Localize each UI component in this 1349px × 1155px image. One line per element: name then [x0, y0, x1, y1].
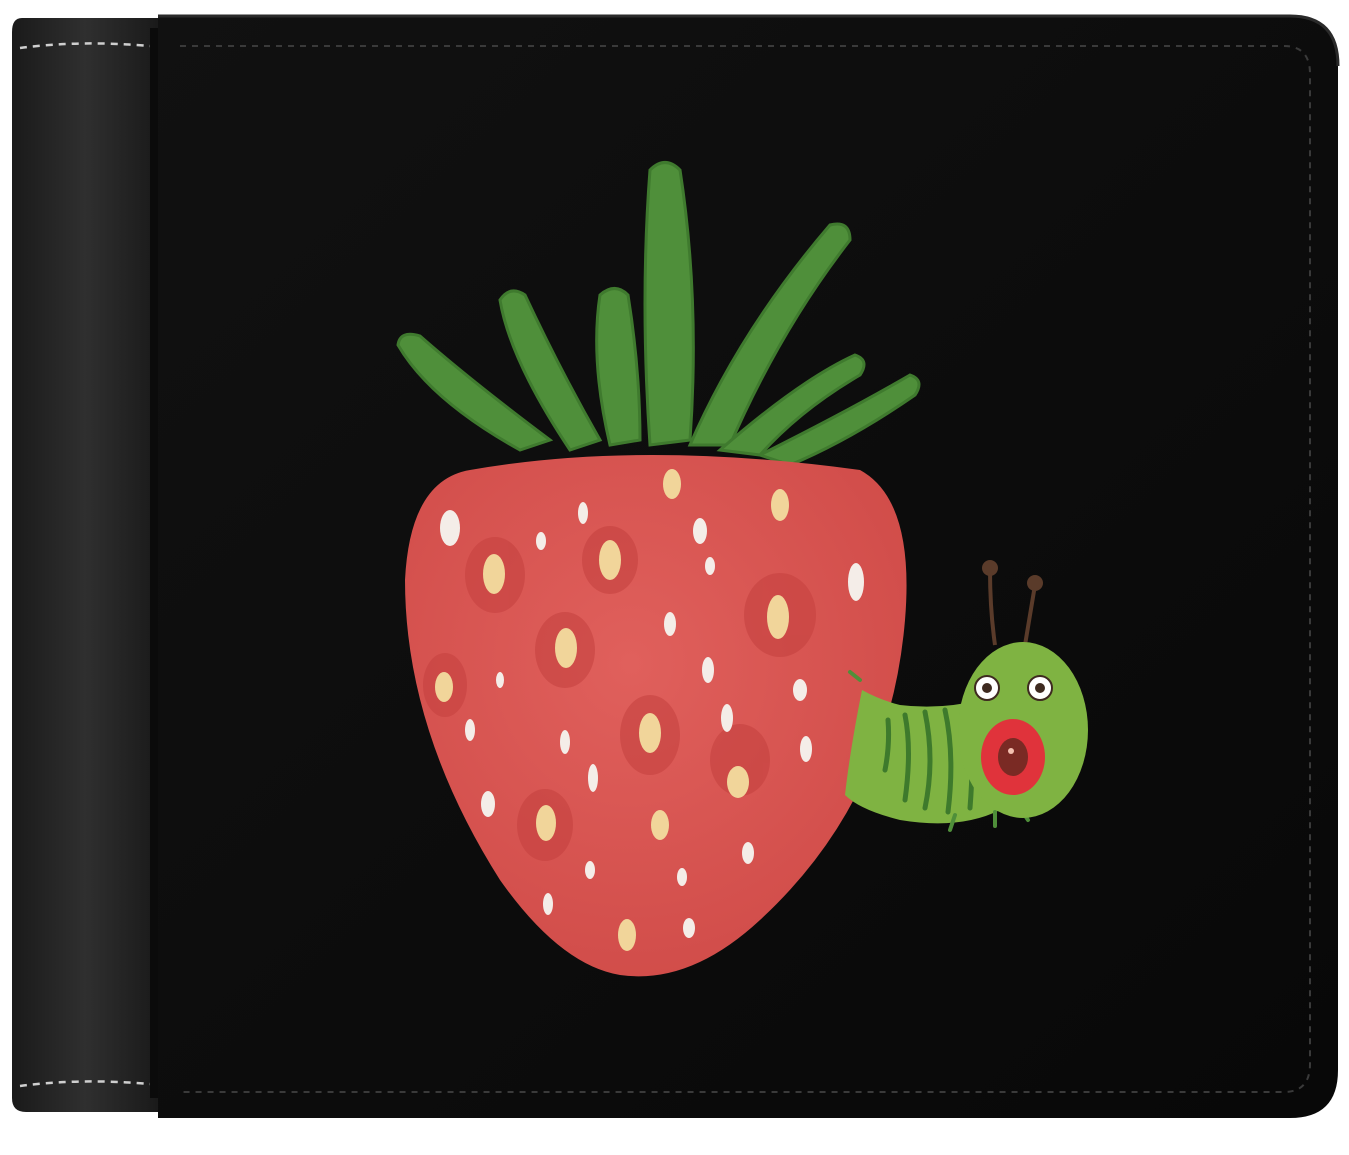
- product-photo: [0, 0, 1349, 1155]
- spine-seam: [150, 28, 158, 1098]
- wallet-illustration: [12, 14, 1340, 1118]
